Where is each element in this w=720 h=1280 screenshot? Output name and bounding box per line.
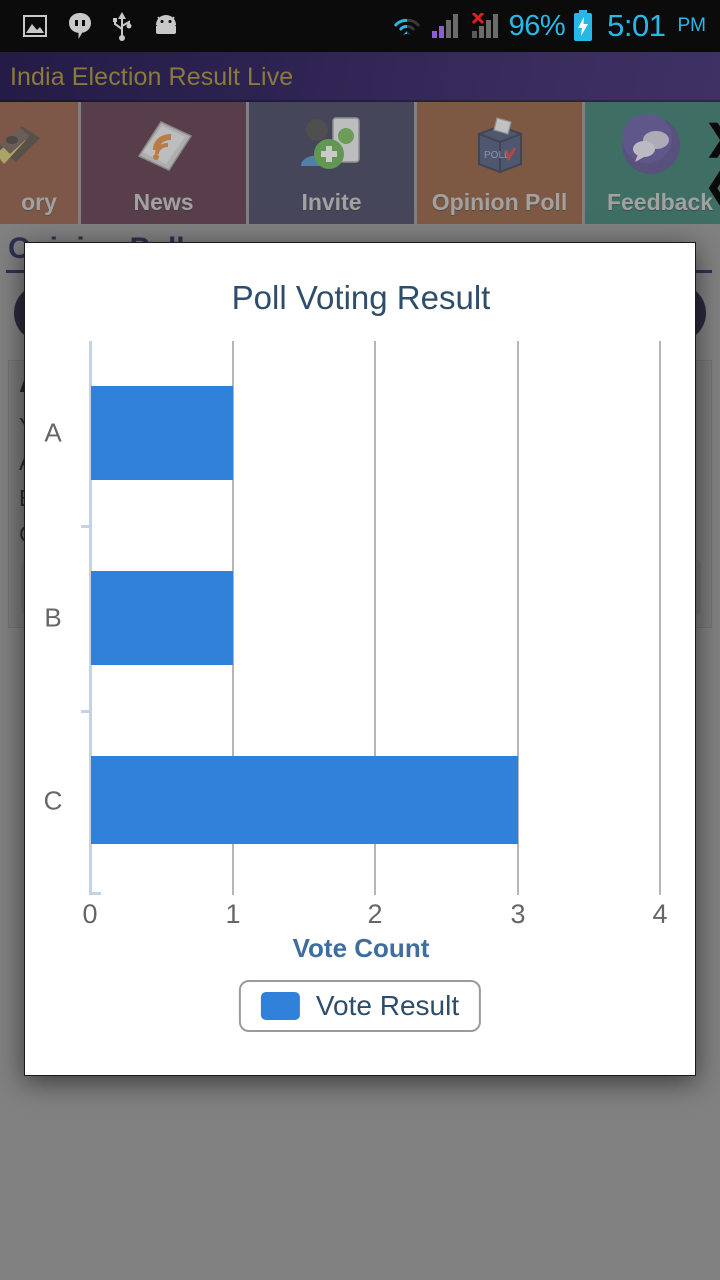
tab-feedback-label: Feedback (606, 189, 714, 215)
x-axis-title: Vote Count (292, 933, 430, 963)
tab-news[interactable]: News (81, 102, 246, 224)
tab-feedback[interactable]: Feedback ❯ ❮ (585, 102, 720, 224)
x-axis-tick-2: 2 (367, 899, 383, 929)
hangouts-icon (68, 12, 92, 40)
poll-result-dialog: Poll Voting Result A B C 0 1 2 3 4 Vote … (24, 242, 696, 1076)
status-bar-right-icons: 96% 5:01 PM (391, 8, 706, 44)
y-axis-tick (81, 525, 91, 528)
usb-icon (112, 11, 132, 41)
y-axis-line (89, 341, 92, 895)
tab-scroll-arrows-icon[interactable]: ❯ ❮ (705, 120, 720, 204)
gridline-3 (517, 341, 519, 895)
tab-invite[interactable]: Invite (249, 102, 414, 224)
bar-B (91, 571, 233, 665)
tab-history-label: ory (21, 189, 57, 215)
x-axis-tick-1: 1 (225, 899, 241, 929)
bar-C (91, 756, 518, 844)
tab-news-label: News (133, 189, 194, 215)
x-axis-tick-3: 3 (510, 899, 526, 929)
y-axis-tick (81, 710, 91, 713)
legend-swatch-icon (260, 992, 300, 1020)
tab-history[interactable]: ory (0, 102, 78, 224)
x-axis-tick-0: 0 (82, 899, 98, 929)
status-bar[interactable]: 96% 5:01 PM (0, 0, 720, 52)
chevron-left-icon[interactable]: ❮ (705, 168, 720, 204)
signal-icon (431, 13, 461, 39)
add-person-icon (299, 114, 365, 176)
clock-ampm-label: PM (677, 15, 707, 36)
tab-opinion-poll-label: Opinion Poll (431, 189, 568, 215)
x-axis-tick-4: 4 (652, 899, 668, 929)
status-bar-left-icons (22, 11, 180, 41)
y-axis-label-B: B (44, 602, 62, 633)
history-book-icon (0, 114, 62, 176)
ballot-box-icon: POLL (467, 114, 533, 176)
legend-label: Vote Result (315, 990, 460, 1021)
android-icon (152, 15, 180, 37)
app-title-bar: India Election Result Live (0, 52, 720, 102)
battery-charging-icon (573, 10, 593, 42)
chart-title: Poll Voting Result (231, 279, 491, 316)
clock-label: 5:01 (607, 8, 666, 43)
chart-legend[interactable]: Vote Result (238, 980, 482, 1032)
y-axis-label-A: A (44, 417, 62, 448)
wifi-icon (391, 13, 423, 39)
newspaper-icon (131, 114, 197, 176)
signal-no-service-icon (469, 13, 501, 39)
bar-A (91, 386, 233, 480)
page-title: India Election Result Live (10, 62, 294, 91)
gridline-4 (659, 341, 661, 895)
image-icon (22, 13, 48, 39)
tab-invite-label: Invite (301, 189, 362, 215)
gridline-1 (232, 341, 234, 895)
tab-strip[interactable]: ory News Invite POLL Opinion Poll Feedba… (0, 102, 720, 224)
y-axis-foot (89, 892, 101, 895)
speech-bubbles-icon (618, 113, 684, 176)
chevron-right-icon[interactable]: ❯ (705, 120, 720, 156)
gridline-2 (374, 341, 376, 895)
battery-percent-label: 96% (508, 9, 566, 42)
tab-opinion-poll[interactable]: POLL Opinion Poll (417, 102, 582, 224)
y-axis-label-C: C (43, 785, 63, 816)
